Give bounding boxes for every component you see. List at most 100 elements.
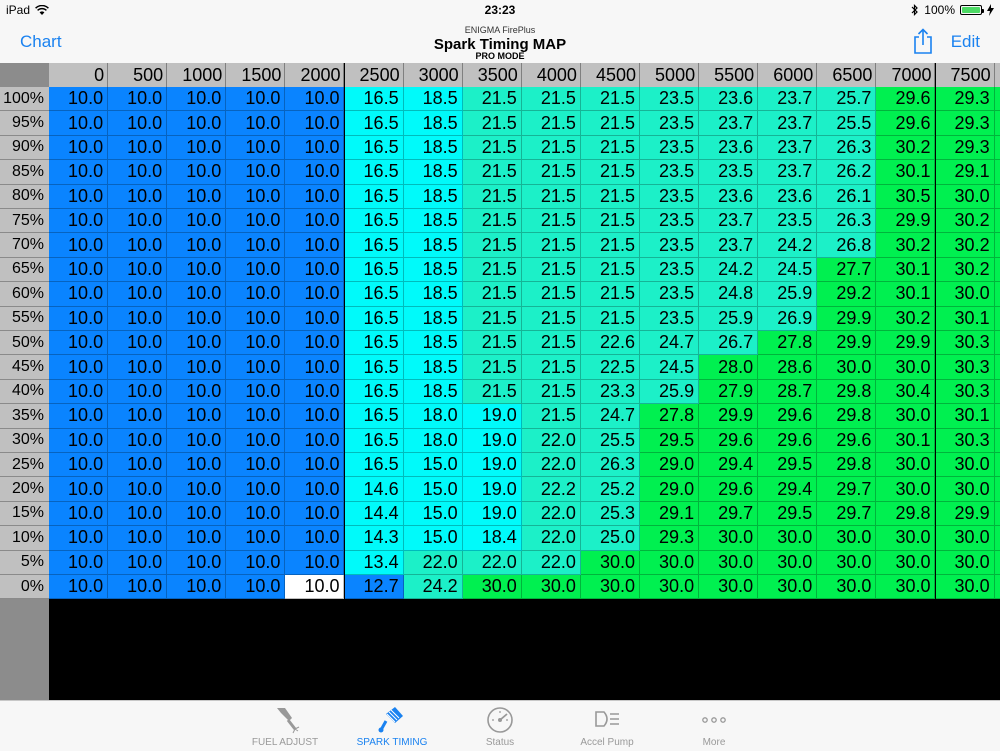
table-cell[interactable]: 23.5	[699, 160, 759, 185]
table-cell[interactable]: 16.5	[344, 331, 404, 356]
table-cell[interactable]: 18.5	[403, 111, 463, 136]
table-cell[interactable]: 10.0	[285, 87, 345, 112]
table-cell[interactable]: 29.5	[640, 428, 700, 453]
table-cell[interactable]	[994, 233, 1000, 258]
table-cell[interactable]: 29.3	[935, 111, 995, 136]
table-cell[interactable]: 10.0	[108, 306, 168, 331]
table-cell[interactable]: 10.0	[49, 404, 109, 429]
table-cell[interactable]: 30.0	[935, 575, 995, 600]
tab-accel-pump[interactable]: Accel Pump	[554, 701, 660, 751]
table-cell[interactable]: 30.4	[876, 379, 936, 405]
table-cell[interactable]: 30.1	[876, 428, 936, 453]
table-cell[interactable]: 10.0	[226, 160, 286, 185]
table-cell[interactable]: 15.0	[403, 501, 463, 527]
table-cell[interactable]: 10.0	[108, 135, 168, 161]
table-cell[interactable]: 10.0	[285, 184, 345, 209]
table-cell[interactable]: 10.0	[49, 550, 109, 575]
table-cell[interactable]: 10.0	[167, 135, 227, 161]
table-cell[interactable]: 30.2	[876, 306, 936, 331]
table-cell[interactable]: 19.0	[462, 428, 522, 453]
table-cell[interactable]: 10.0	[49, 526, 109, 551]
table-cell[interactable]: 23.7	[699, 111, 759, 136]
table-cell[interactable]: 18.5	[403, 209, 463, 234]
table-cell[interactable]: 30.0	[935, 477, 995, 502]
table-cell[interactable]: 10.0	[285, 477, 345, 502]
table-cell[interactable]: 30.0	[758, 575, 818, 600]
table-cell[interactable]: 29.8	[817, 379, 877, 405]
table-cell[interactable]: 10.0	[285, 233, 345, 258]
table-cell[interactable]: 10.0	[49, 111, 109, 136]
table-cell[interactable]: 25.0	[580, 526, 640, 551]
table-cell[interactable]: 19.0	[462, 477, 522, 502]
table-cell[interactable]: 30.0	[640, 550, 700, 575]
table-cell[interactable]	[994, 575, 1000, 600]
table-cell[interactable]: 21.5	[521, 355, 581, 380]
table-cell[interactable]: 10.0	[226, 550, 286, 575]
tab-spark-timing[interactable]: SPARK TIMING	[339, 701, 445, 751]
table-cell[interactable]: 10.0	[226, 282, 286, 307]
table-cell[interactable]: 29.5	[758, 453, 818, 478]
table-cell[interactable]: 22.0	[521, 550, 581, 575]
table-cell[interactable]: 21.5	[580, 160, 640, 185]
table-cell[interactable]: 14.4	[344, 501, 404, 527]
table-cell[interactable]: 29.4	[699, 453, 759, 478]
table-cell[interactable]: 10.0	[167, 453, 227, 478]
table-cell[interactable]: 10.0	[49, 501, 109, 527]
table-cell[interactable]: 30.0	[935, 550, 995, 575]
table-cell[interactable]: 16.5	[344, 233, 404, 258]
table-cell[interactable]: 29.6	[758, 428, 818, 453]
table-cell[interactable]: 10.0	[285, 331, 345, 356]
table-cell[interactable]: 18.5	[403, 233, 463, 258]
table-cell[interactable]: 10.0	[285, 428, 345, 453]
table-cell[interactable]	[994, 111, 1000, 136]
table-cell[interactable]: 10.0	[226, 87, 286, 112]
table-cell[interactable]: 22.0	[521, 501, 581, 527]
table-cell[interactable]: 10.0	[226, 111, 286, 136]
table-cell[interactable]: 26.3	[817, 135, 877, 161]
table-cell[interactable]: 16.5	[344, 209, 404, 234]
table-cell[interactable]: 10.0	[108, 501, 168, 527]
table-cell[interactable]: 21.5	[462, 184, 522, 209]
table-cell[interactable]	[994, 331, 1000, 356]
table-cell[interactable]: 30.5	[876, 184, 936, 209]
table-cell[interactable]: 10.0	[108, 355, 168, 380]
table-cell[interactable]: 23.5	[640, 184, 700, 209]
table-cell[interactable]: 28.6	[758, 355, 818, 380]
table-cell[interactable]: 30.1	[935, 306, 995, 331]
table-cell[interactable]: 30.0	[876, 404, 936, 429]
table-cell[interactable]: 18.0	[403, 428, 463, 453]
tab-more[interactable]: More	[661, 701, 767, 751]
table-cell[interactable]: 25.5	[580, 428, 640, 453]
table-cell[interactable]: 29.0	[640, 477, 700, 502]
table-cell[interactable]: 10.0	[167, 526, 227, 551]
table-cell[interactable]: 30.1	[876, 160, 936, 185]
table-cell[interactable]: 21.5	[462, 135, 522, 161]
table-cell[interactable]: 10.0	[285, 135, 345, 161]
table-cell[interactable]: 10.0	[108, 282, 168, 307]
table-cell[interactable]: 30.0	[699, 526, 759, 551]
table-cell[interactable]: 26.7	[699, 331, 759, 356]
table-cell[interactable]: 21.5	[580, 87, 640, 112]
table-cell[interactable]: 25.7	[817, 87, 877, 112]
table-cell[interactable]: 21.5	[521, 184, 581, 209]
table-cell[interactable]: 10.0	[167, 111, 227, 136]
table-cell[interactable]: 16.5	[344, 160, 404, 185]
table-cell[interactable]: 10.0	[108, 550, 168, 575]
table-cell[interactable]: 21.5	[521, 87, 581, 112]
table-cell[interactable]: 26.1	[817, 184, 877, 209]
table-cell[interactable]	[994, 306, 1000, 331]
table-cell[interactable]: 30.0	[699, 575, 759, 600]
table-cell[interactable]: 23.5	[640, 233, 700, 258]
table-cell[interactable]: 10.0	[226, 526, 286, 551]
table-cell[interactable]: 29.3	[935, 135, 995, 161]
table-cell[interactable]: 10.0	[167, 501, 227, 527]
table-cell[interactable]: 23.6	[699, 87, 759, 112]
table-cell[interactable]: 10.0	[49, 306, 109, 331]
table-cell[interactable]: 21.5	[521, 233, 581, 258]
table-cell[interactable]: 21.5	[462, 87, 522, 112]
table-cell[interactable]: 16.5	[344, 135, 404, 161]
table-cell[interactable]: 23.5	[640, 282, 700, 307]
table-cell[interactable]: 30.0	[876, 575, 936, 600]
table-cell[interactable]: 28.0	[699, 355, 759, 380]
table-cell[interactable]: 16.5	[344, 379, 404, 405]
